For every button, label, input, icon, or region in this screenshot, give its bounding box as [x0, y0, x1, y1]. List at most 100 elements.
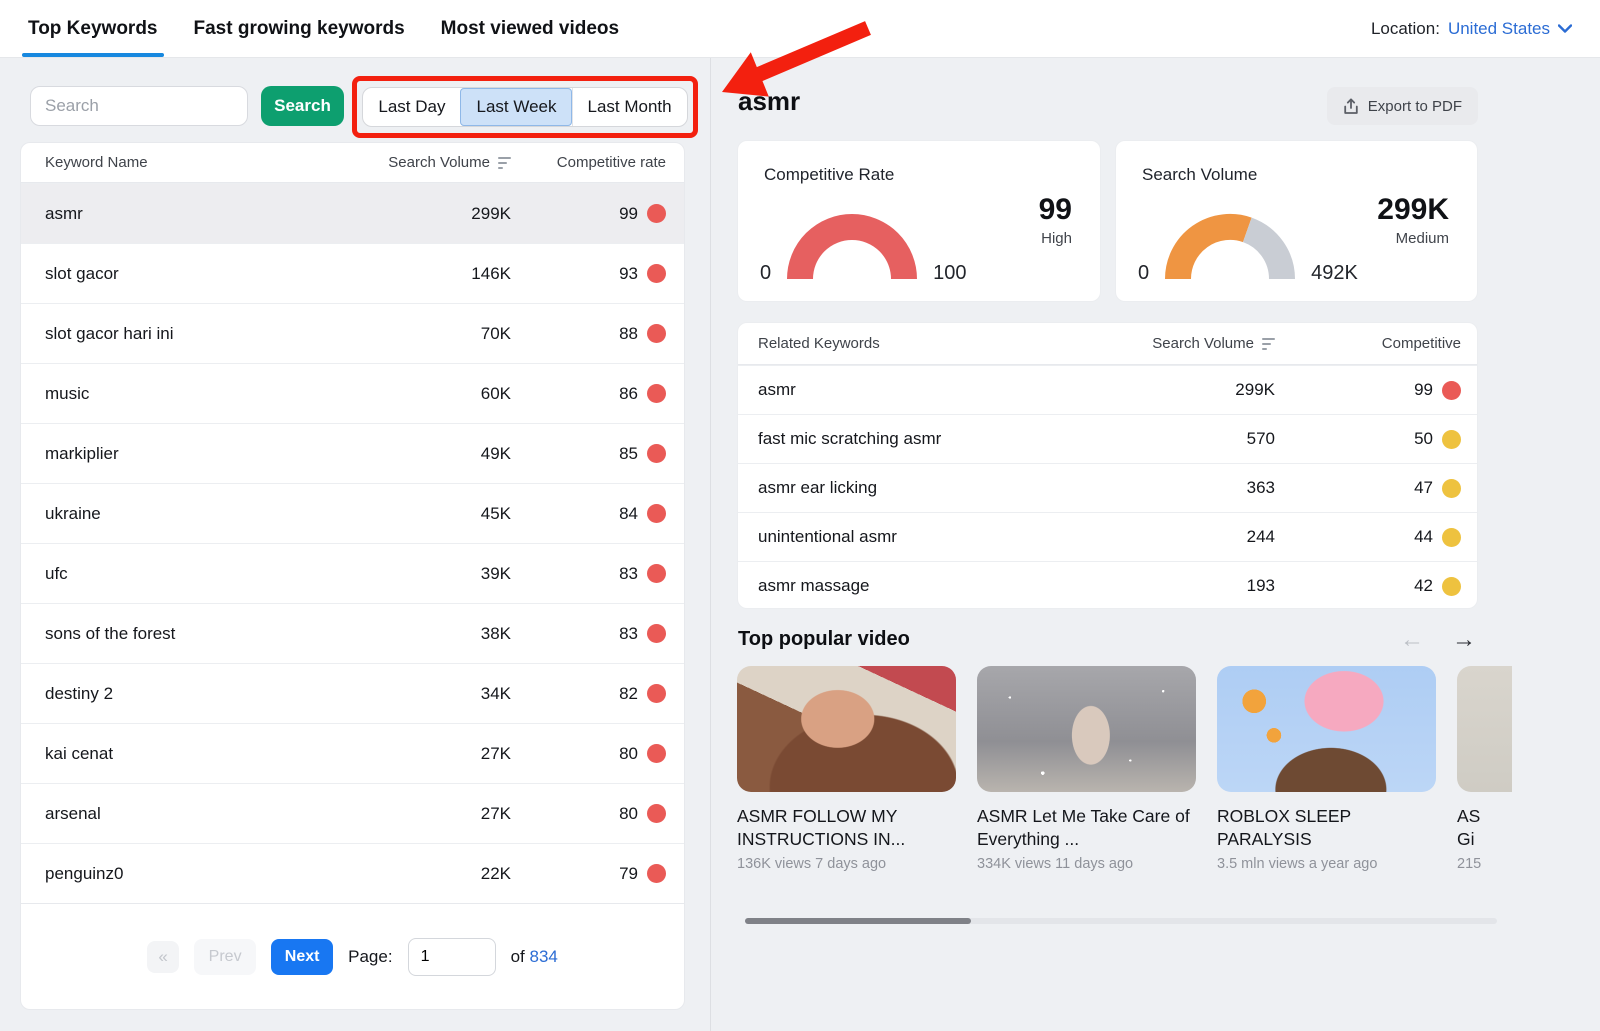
top-popular-video-heading: Top popular video [738, 628, 910, 651]
gauge-value: 299K [1377, 193, 1449, 227]
table-row[interactable]: slot gacor 146K 93 [21, 243, 684, 303]
prev-page-button[interactable]: Prev [194, 939, 256, 975]
table-row[interactable]: ufc 39K 83 [21, 543, 684, 603]
table-row[interactable]: slot gacor hari ini 70K 88 [21, 303, 684, 363]
export-pdf-button[interactable]: Export to PDF [1327, 87, 1478, 125]
location-selector[interactable]: Location: United States [1371, 19, 1572, 39]
keyword-rate: 79 [619, 864, 638, 884]
competitive-dot [647, 204, 666, 223]
keyword-rate: 80 [619, 804, 638, 824]
table-row[interactable]: ukraine 45K 84 [21, 483, 684, 543]
video-thumbnail[interactable] [737, 666, 956, 792]
related-row[interactable]: asmr 299K 99 [738, 365, 1477, 414]
table-row[interactable]: kai cenat 27K 80 [21, 723, 684, 783]
page: Top Keywords Fast growing keywords Most … [0, 0, 1600, 1031]
carousel-next-icon[interactable]: → [1452, 628, 1476, 652]
tab-most-viewed-videos[interactable]: Most viewed videos [441, 0, 619, 57]
competitive-dot [647, 864, 666, 883]
keyword-name: ukraine [45, 504, 321, 524]
related-name: fast mic scratching asmr [758, 429, 1055, 449]
video-card[interactable]: ASMR FOLLOW MY INSTRUCTIONS IN... 136K v… [737, 666, 956, 896]
keyword-name: sons of the forest [45, 624, 321, 644]
export-label: Export to PDF [1368, 98, 1462, 115]
related-rate: 42 [1414, 576, 1433, 596]
carousel-scrollbar-track[interactable] [745, 918, 1497, 924]
video-card[interactable]: ASMR Let Me Take Care of Everything ... … [977, 666, 1196, 896]
annotation-highlight-box: Last Day Last Week Last Month [352, 76, 698, 138]
related-name: asmr massage [758, 576, 1055, 596]
export-icon [1343, 98, 1359, 115]
video-card[interactable]: AS Gi 215 [1457, 666, 1512, 896]
competitive-dot [647, 504, 666, 523]
competitive-dot [647, 804, 666, 823]
sort-icon [498, 157, 511, 169]
related-row[interactable]: unintentional asmr 244 44 [738, 512, 1477, 561]
tab-label: Top Keywords [28, 18, 158, 40]
page-number-input[interactable] [408, 938, 496, 976]
table-row[interactable]: sons of the forest 38K 83 [21, 603, 684, 663]
related-row[interactable]: asmr ear licking 363 47 [738, 463, 1477, 512]
column-search-volume[interactable]: Search Volume [388, 154, 511, 171]
carousel-scrollbar-thumb[interactable] [745, 918, 971, 924]
related-row[interactable]: fast mic scratching asmr 570 50 [738, 414, 1477, 463]
keyword-volume: 38K [481, 624, 511, 644]
competitive-dot [1442, 430, 1461, 449]
gauge-title: Search Volume [1142, 165, 1257, 185]
search-volume-card: Search Volume 0 492K 299K Medium [1115, 140, 1478, 302]
pagination: « Prev Next Page: of 834 [21, 903, 684, 1010]
table-row[interactable]: markiplier 49K 85 [21, 423, 684, 483]
time-filter-last-week[interactable]: Last Week [460, 88, 571, 126]
keyword-volume: 27K [481, 804, 511, 824]
related-name: asmr [758, 380, 1055, 400]
keyword-name: markiplier [45, 444, 321, 464]
time-filter-last-month[interactable]: Last Month [572, 88, 687, 126]
video-meta: 334K views 11 days ago [977, 856, 1196, 872]
column-related-keywords: Related Keywords [758, 335, 1055, 352]
table-row[interactable]: music 60K 86 [21, 363, 684, 423]
column-competitive: Competitive [1382, 335, 1461, 352]
video-thumbnail[interactable] [1457, 666, 1512, 792]
gauge-max: 492K [1311, 263, 1358, 285]
competitive-rate-card: Competitive Rate 0 100 99 High [737, 140, 1101, 302]
keyword-name: kai cenat [45, 744, 321, 764]
keyword-name: penguinz0 [45, 864, 321, 884]
related-volume: 193 [1247, 576, 1275, 596]
keyword-name: music [45, 384, 321, 404]
related-volume: 299K [1235, 380, 1275, 400]
page-label: Page: [348, 947, 392, 967]
competitive-dot [1442, 577, 1461, 596]
column-search-volume[interactable]: Search Volume [1152, 335, 1275, 352]
keyword-volume: 45K [481, 504, 511, 524]
tab-fast-growing-keywords[interactable]: Fast growing keywords [194, 0, 405, 57]
keyword-volume: 22K [481, 864, 511, 884]
keyword-name: destiny 2 [45, 684, 321, 704]
video-thumbnail[interactable] [1217, 666, 1436, 792]
keyword-volume: 146K [471, 264, 511, 284]
keyword-volume: 27K [481, 744, 511, 764]
video-title: ROBLOX SLEEP PARALYSIS [1217, 805, 1436, 851]
keyword-rate: 86 [619, 384, 638, 404]
related-rate: 44 [1414, 527, 1433, 547]
related-name: asmr ear licking [758, 478, 1055, 498]
next-page-button[interactable]: Next [271, 939, 333, 975]
search-input[interactable] [30, 86, 248, 126]
table-row[interactable]: arsenal 27K 80 [21, 783, 684, 843]
competitive-dot [1442, 528, 1461, 547]
video-thumbnail[interactable] [977, 666, 1196, 792]
time-filter-last-day[interactable]: Last Day [363, 88, 460, 126]
carousel-prev-icon[interactable]: ← [1400, 628, 1424, 652]
search-button[interactable]: Search [261, 86, 344, 126]
table-row[interactable]: penguinz0 22K 79 [21, 843, 684, 903]
column-competitive-rate: Competitive rate [557, 154, 666, 171]
table-row[interactable]: destiny 2 34K 82 [21, 663, 684, 723]
keyword-name: slot gacor [45, 264, 321, 284]
tab-top-keywords[interactable]: Top Keywords [28, 0, 158, 57]
video-card[interactable]: ROBLOX SLEEP PARALYSIS 3.5 mln views a y… [1217, 666, 1436, 896]
keyword-rate: 83 [619, 624, 638, 644]
first-page-button[interactable]: « [147, 941, 179, 973]
competitive-dot [647, 444, 666, 463]
table-row[interactable]: asmr 299K 99 [21, 183, 684, 243]
related-row[interactable]: asmr massage 193 42 [738, 561, 1477, 609]
keyword-name: arsenal [45, 804, 321, 824]
total-pages-link[interactable]: 834 [529, 947, 557, 966]
